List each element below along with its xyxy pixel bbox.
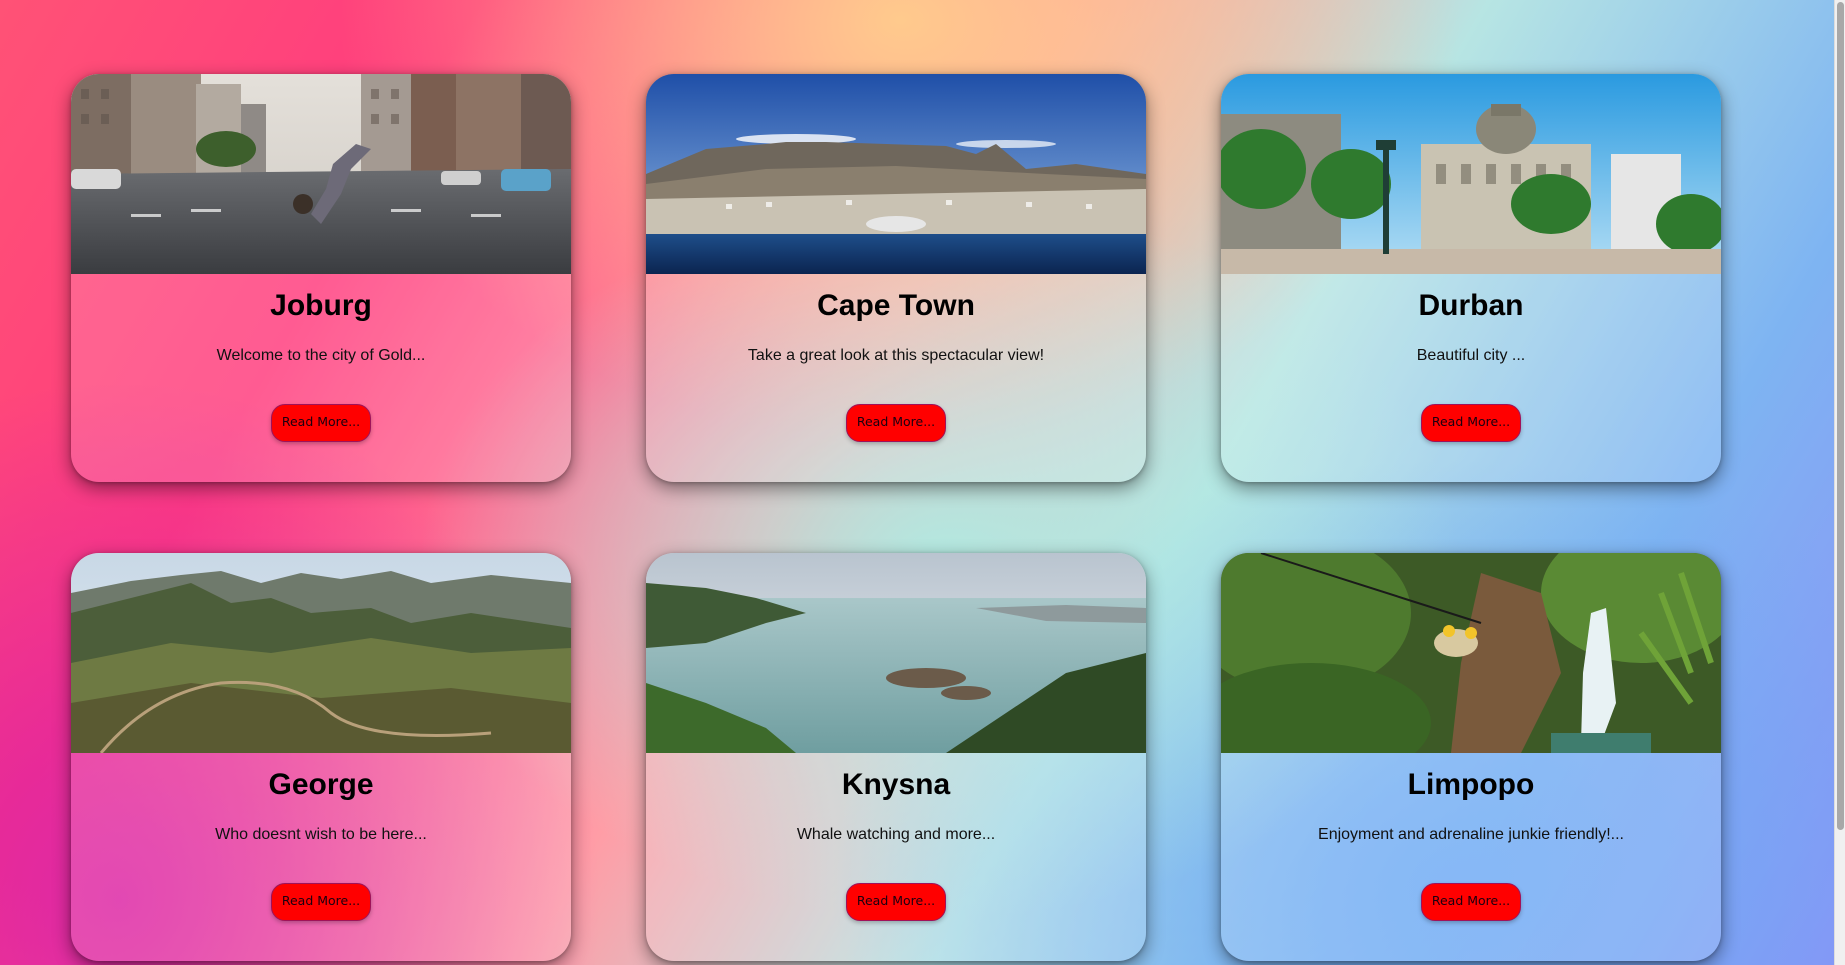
limpopo-zipline-image bbox=[1221, 553, 1721, 753]
read-more-button[interactable]: Read More... bbox=[1421, 404, 1521, 442]
card-george: George Who doesnt wish to be here... Rea… bbox=[71, 553, 571, 961]
card-description: Beautiful city ... bbox=[1416, 347, 1526, 364]
destination-grid: Joburg Welcome to the city of Gold... Re… bbox=[71, 74, 1721, 961]
card-description: Who doesnt wish to be here... bbox=[215, 826, 427, 843]
card-durban: Durban Beautiful city ... Read More... bbox=[1221, 74, 1721, 482]
cape-town-view-image bbox=[646, 74, 1146, 274]
card-joburg: Joburg Welcome to the city of Gold... Re… bbox=[71, 74, 571, 482]
card-cape-town: Cape Town Take a great look at this spec… bbox=[646, 74, 1146, 482]
card-title: George bbox=[268, 768, 374, 801]
card-title: Limpopo bbox=[1407, 768, 1535, 801]
joburg-street-image bbox=[71, 74, 571, 274]
card-description: Welcome to the city of Gold... bbox=[216, 347, 426, 364]
card-description: Take a great look at this spectacular vi… bbox=[747, 347, 1045, 364]
read-more-button[interactable]: Read More... bbox=[271, 404, 371, 442]
card-description: Enjoyment and adrenaline junkie friendly… bbox=[1318, 826, 1624, 843]
read-more-button[interactable]: Read More... bbox=[271, 883, 371, 921]
durban-city-hall-image bbox=[1221, 74, 1721, 274]
read-more-button[interactable]: Read More... bbox=[846, 404, 946, 442]
card-title: Joburg bbox=[270, 289, 372, 322]
card-title: Knysna bbox=[841, 768, 951, 801]
read-more-button[interactable]: Read More... bbox=[846, 883, 946, 921]
card-knysna: Knysna Whale watching and more... Read M… bbox=[646, 553, 1146, 961]
george-mountains-image bbox=[71, 553, 571, 753]
page-scrollbar[interactable] bbox=[1834, 0, 1845, 965]
knysna-lagoon-image bbox=[646, 553, 1146, 753]
card-description: Whale watching and more... bbox=[796, 826, 996, 843]
card-title: Cape Town bbox=[817, 289, 975, 322]
card-title: Durban bbox=[1418, 289, 1524, 322]
card-limpopo: Limpopo Enjoyment and adrenaline junkie … bbox=[1221, 553, 1721, 961]
read-more-button[interactable]: Read More... bbox=[1421, 883, 1521, 921]
scrollbar-thumb[interactable] bbox=[1837, 2, 1844, 830]
